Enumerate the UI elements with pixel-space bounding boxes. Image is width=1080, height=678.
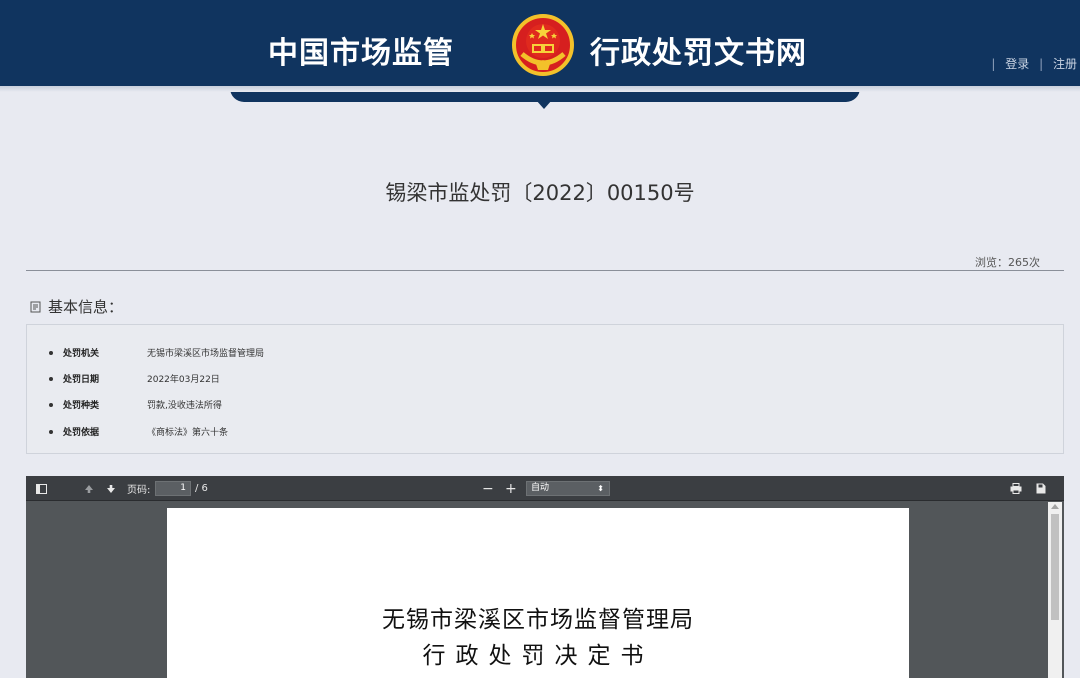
login-link[interactable]: 登录 (1005, 57, 1029, 71)
print-icon (1010, 483, 1022, 494)
sidebar-toggle-button[interactable] (36, 476, 47, 501)
page-heading-line1: 无锡市梁溪区市场监督管理局 (382, 607, 694, 633)
site-title-right: 行政处罚文书网 (590, 36, 807, 71)
info-item: 处罚机关 无锡市梁溪区市场监督管理局 (49, 346, 264, 359)
basic-info-heading: 基本信息： (30, 296, 123, 317)
previous-page-button[interactable] (84, 476, 94, 501)
page-number-input[interactable]: 1 (155, 481, 191, 496)
view-count: 浏览：265次 (975, 256, 1040, 269)
zoom-out-button[interactable]: − (482, 476, 494, 501)
header-pointer (536, 100, 552, 109)
page-label: 页码: (127, 485, 151, 496)
page-total: / 6 (195, 483, 208, 494)
site-title-left: 中国市场监管 (268, 36, 454, 71)
info-value: 无锡市梁溪区市场监督管理局 (147, 349, 265, 359)
zoom-in-button[interactable]: + (505, 476, 517, 501)
auth-separator: | (1039, 57, 1044, 71)
header-shadow (0, 86, 1080, 92)
pdf-toolbar: 页码: 1 / 6 − + 自动 ⬍ (26, 476, 1064, 501)
info-value: 《商标法》第六十条 (147, 428, 229, 438)
bullet (49, 402, 53, 407)
auth-separator: | (991, 57, 996, 71)
bullet (49, 376, 53, 381)
save-icon (1036, 483, 1046, 494)
info-label: 处罚机关 (63, 349, 100, 359)
basic-info-heading-text: 基本信息： (48, 298, 124, 316)
bullet (49, 429, 53, 434)
info-item: 处罚日期 2022年03月22日 (49, 372, 220, 385)
register-link[interactable]: 注册 (1053, 57, 1077, 71)
scroll-thumb[interactable] (1051, 514, 1059, 620)
national-emblem-icon (512, 14, 574, 76)
info-label: 处罚日期 (63, 375, 100, 385)
info-value: 罚款,没收违法所得 (147, 401, 222, 411)
next-page-button[interactable] (106, 476, 116, 501)
arrow-up-icon (85, 484, 93, 493)
print-button[interactable] (1010, 476, 1022, 501)
info-item: 处罚种类 罚款,没收违法所得 (49, 398, 222, 411)
page-number-control: 1 / 6 (155, 476, 208, 501)
zoom-select-wrap: 自动 ⬍ (526, 476, 610, 501)
sidebar-toggle-icon (36, 483, 47, 494)
download-button[interactable] (1036, 476, 1046, 501)
title-divider (26, 270, 1064, 271)
info-item: 处罚依据 《商标法》第六十条 (49, 425, 228, 438)
viewer-scrollbar[interactable] (1048, 502, 1062, 678)
zoom-select[interactable]: 自动 ⬍ (526, 481, 610, 496)
pdf-viewer: 页码: 1 / 6 − + 自动 ⬍ 无锡市梁溪区市场监督管理局 行政处罚决定书 (26, 476, 1064, 678)
document-title: 锡梁市监处罚〔2022〕00150号 (385, 181, 695, 205)
zoom-value: 自动 (531, 483, 550, 493)
page-heading-line2: 行政处罚决定书 (422, 643, 654, 669)
info-value: 2022年03月22日 (147, 375, 220, 385)
document-icon (30, 301, 41, 312)
pdf-page: 无锡市梁溪区市场监督管理局 行政处罚决定书 (167, 508, 909, 678)
site-header: 中国市场监管 行政处罚文书网 | 登录 | 注册 (0, 0, 1080, 86)
basic-info-panel: 处罚机关 无锡市梁溪区市场监督管理局 处罚日期 2022年03月22日 处罚种类… (26, 324, 1064, 454)
select-caret-icon: ⬍ (597, 484, 604, 493)
arrow-down-icon (107, 484, 115, 493)
auth-links: | 登录 | 注册 (988, 55, 1080, 72)
bullet (49, 350, 53, 355)
scroll-up-arrow-icon[interactable] (1051, 504, 1059, 509)
info-label: 处罚种类 (63, 401, 100, 411)
info-label: 处罚依据 (63, 428, 100, 438)
